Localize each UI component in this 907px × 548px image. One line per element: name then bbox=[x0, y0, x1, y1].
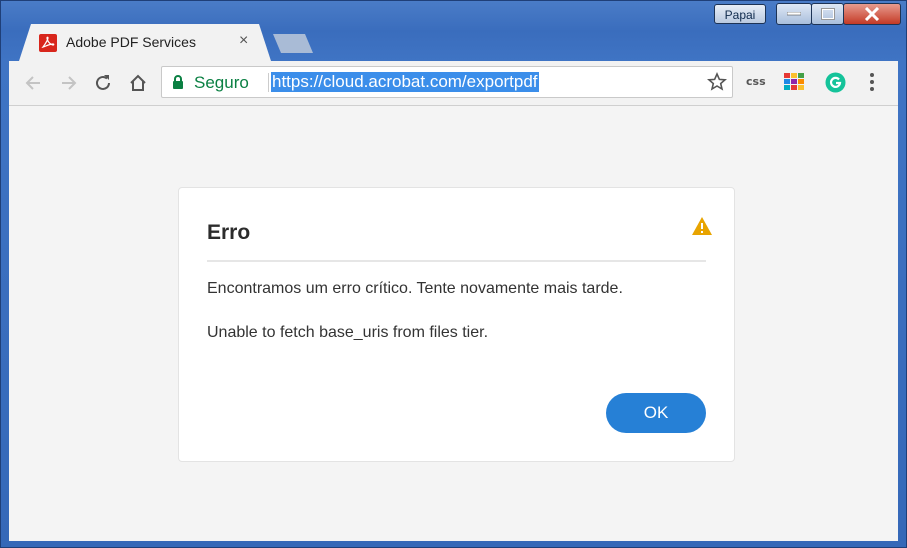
dialog-title: Erro bbox=[207, 221, 251, 244]
new-tab-button[interactable] bbox=[273, 34, 313, 53]
minimize-button[interactable] bbox=[776, 3, 812, 25]
minimize-icon bbox=[787, 12, 801, 16]
url-text[interactable]: https://cloud.acrobat.com/exportpdf bbox=[271, 72, 539, 92]
adobe-pdf-icon bbox=[39, 34, 57, 52]
ok-button[interactable]: OK bbox=[606, 393, 706, 433]
profile-button[interactable]: Papai bbox=[714, 4, 766, 24]
bookmark-star-icon[interactable] bbox=[707, 72, 727, 92]
forward-icon[interactable] bbox=[57, 72, 79, 94]
back-icon[interactable] bbox=[23, 72, 45, 94]
address-bar[interactable]: Seguro https://cloud.acrobat.com/exportp… bbox=[161, 66, 733, 98]
lock-icon bbox=[173, 75, 183, 89]
close-window-button[interactable] bbox=[843, 3, 901, 25]
home-icon[interactable] bbox=[127, 72, 149, 94]
menu-icon[interactable] bbox=[869, 72, 875, 92]
browser-toolbar: Seguro https://cloud.acrobat.com/exportp… bbox=[9, 61, 898, 106]
css-extension-button[interactable]: css bbox=[746, 75, 766, 88]
browser-window: Papai Adobe PDF Services × Seguro https:… bbox=[0, 0, 907, 548]
maximize-icon bbox=[820, 8, 835, 20]
maximize-button[interactable] bbox=[811, 3, 844, 25]
error-detail: Unable to fetch base_uris from files tie… bbox=[207, 324, 489, 341]
dialog-divider bbox=[207, 260, 706, 262]
page-content: Erro Encontramos um erro crítico. Tente … bbox=[9, 106, 898, 541]
tab-title: Adobe PDF Services bbox=[66, 34, 196, 50]
grammarly-icon[interactable] bbox=[825, 72, 846, 93]
reload-icon[interactable] bbox=[92, 72, 114, 94]
warning-icon bbox=[692, 217, 712, 235]
omnibox-separator bbox=[268, 73, 269, 92]
error-message: Encontramos um erro crítico. Tente novam… bbox=[207, 280, 623, 297]
color-grid-extension-icon[interactable] bbox=[784, 73, 804, 91]
tab-adobe-pdf-services[interactable]: Adobe PDF Services × bbox=[19, 24, 271, 61]
error-dialog: Erro Encontramos um erro crítico. Tente … bbox=[178, 187, 735, 462]
tab-close-button[interactable]: × bbox=[239, 32, 248, 50]
close-icon bbox=[864, 7, 880, 21]
secure-label: Seguro bbox=[194, 73, 249, 92]
